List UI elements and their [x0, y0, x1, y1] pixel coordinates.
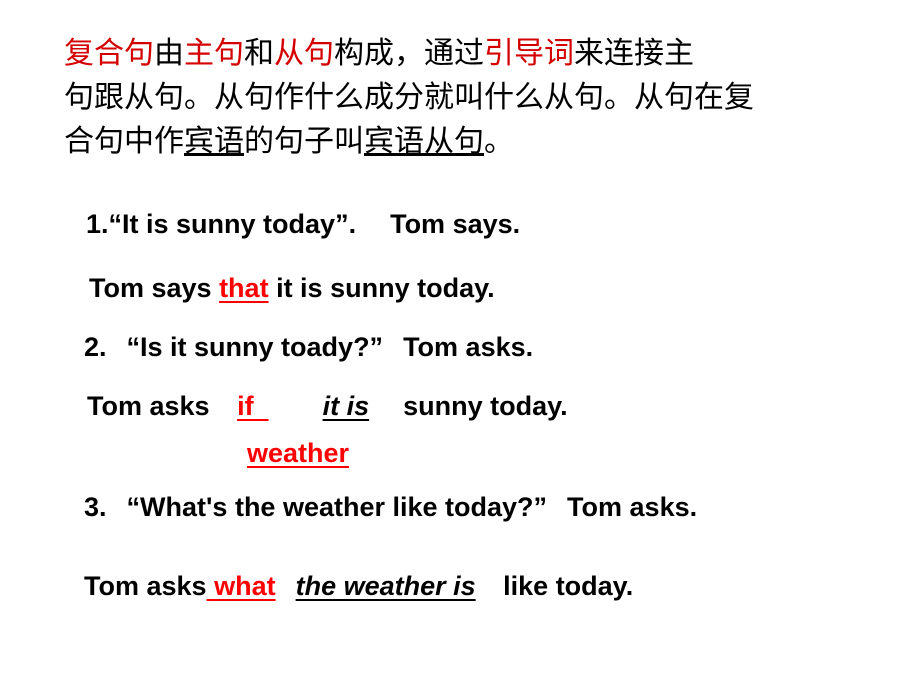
term-compound-sentence: 复合句: [64, 36, 154, 71]
definition-line-2: 句跟从句。从句作什么成分就叫什么从句。从句在复: [64, 80, 754, 115]
example-3-answer: Tom asks what the weather is like today.: [84, 570, 633, 602]
definition-text-3: 构成，通过: [334, 36, 484, 71]
definition-line-3: 合句中作宾语的句子叫宾语从句。: [64, 120, 908, 164]
example-1-answer-keyword: that: [219, 273, 269, 303]
example-1-prompt: 1.“It is sunny today”. Tom says.: [86, 208, 520, 240]
example-3-answer-keyword: [207, 571, 215, 601]
example-2-alt-keyword-text: weather: [247, 438, 350, 468]
example-1-answer-after: it is sunny today.: [268, 273, 495, 303]
example-3-answer-after: like today.: [495, 571, 634, 601]
example-2-attribution: Tom asks.: [403, 332, 534, 362]
example-2-alt-keyword: weather: [247, 437, 349, 469]
example-3-number: 3.: [84, 492, 107, 522]
example-3-answer-before: Tom asks: [84, 571, 207, 601]
example-2-answer-subject: it is: [322, 391, 370, 421]
example-2-answer-keyword: if: [237, 391, 254, 421]
slide-canvas: 复合句由主句和从句构成，通过引导词来连接主 句跟从句。从句作什么成分就叫什么从句…: [0, 0, 920, 690]
term-subordinate-clause: 从句: [274, 36, 334, 71]
definition-text-5: 合句中作: [64, 124, 184, 159]
example-2-prompt: 2. “Is it sunny toady?” Tom asks.: [84, 331, 533, 363]
example-2-keyword-underline-tail: [254, 391, 269, 421]
example-3-answer-subject: the weather is: [295, 571, 476, 601]
example-2-answer-before: Tom asks: [87, 391, 218, 421]
example-3-quote: “What's the weather like today?”: [126, 492, 548, 522]
example-3-prompt: 3. “What's the weather like today?” Tom as…: [84, 491, 697, 523]
example-1-answer-before: Tom says: [89, 273, 220, 303]
term-main-clause: 主句: [184, 36, 244, 71]
definition-text-2: 和: [244, 36, 274, 71]
example-1-number: 1.: [86, 209, 109, 239]
example-2-quote: “Is it sunny toady?”: [126, 332, 384, 362]
definition-text-1: 由: [154, 36, 184, 71]
term-object-clause-underlined: 宾语从句: [364, 124, 484, 159]
term-conjunction-word: 引导词: [484, 36, 574, 71]
example-3-attribution: Tom asks.: [567, 492, 698, 522]
example-1-answer: Tom says that it is sunny today.: [89, 272, 495, 304]
example-2-answer-after: sunny today.: [403, 391, 568, 421]
definition-line-1: 复合句由主句和从句构成，通过引导词来连接主: [64, 32, 908, 76]
example-1-quote: “It is sunny today”.: [108, 209, 357, 239]
example-2-number: 2.: [84, 332, 107, 362]
term-object-underlined: 宾语: [184, 124, 244, 159]
definition-text-4: 来连接主: [574, 36, 694, 71]
definition-paragraph: 复合句由主句和从句构成，通过引导词来连接主 句跟从句。从句作什么成分就叫什么从句…: [64, 32, 908, 164]
definition-text-7: 。: [484, 124, 514, 159]
example-1-attribution: Tom says.: [390, 209, 521, 239]
definition-text-6: 的句子叫: [244, 124, 364, 159]
example-2-answer: Tom asks if it is sunny today.: [87, 390, 568, 422]
example-3-answer-keyword-text: what: [214, 571, 276, 601]
